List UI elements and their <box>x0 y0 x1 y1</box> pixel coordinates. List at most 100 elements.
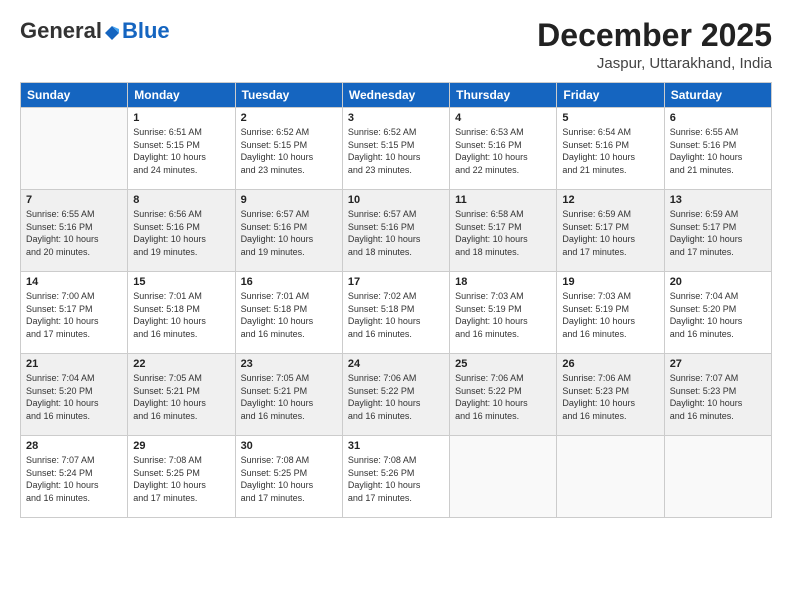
day-number: 7 <box>26 194 122 206</box>
cell-info: Sunrise: 6:53 AM Sunset: 5:16 PM Dayligh… <box>455 126 551 176</box>
logo-icon <box>103 22 121 40</box>
day-number: 4 <box>455 112 551 124</box>
cell-info: Sunrise: 6:55 AM Sunset: 5:16 PM Dayligh… <box>670 126 766 176</box>
calendar-cell: 7 Sunrise: 6:55 AM Sunset: 5:16 PM Daylig… <box>21 190 128 272</box>
location: Jaspur, Uttarakhand, India <box>537 55 772 72</box>
calendar-cell: 27 Sunrise: 7:07 AM Sunset: 5:23 PM Dayli… <box>664 354 771 436</box>
weekday-header-wednesday: Wednesday <box>342 83 449 108</box>
calendar-cell: 19 Sunrise: 7:03 AM Sunset: 5:19 PM Dayli… <box>557 272 664 354</box>
weekday-header-thursday: Thursday <box>450 83 557 108</box>
calendar-cell: 28Sunrise: 7:07 AM Sunset: 5:24 PM Dayli… <box>21 436 128 518</box>
calendar-cell: 13Sunrise: 6:59 AM Sunset: 5:17 PM Dayli… <box>664 190 771 272</box>
logo-general: General <box>20 18 102 44</box>
logo-blue: Blue <box>122 18 170 44</box>
cell-info: Sunrise: 6:56 AM Sunset: 5:16 PM Dayligh… <box>133 208 229 258</box>
cell-info: Sunrise: 7:03 AM Sunset: 5:19 PM Dayligh… <box>455 290 551 340</box>
month-year: December 2025 <box>537 18 772 53</box>
day-number: 28 <box>26 440 122 452</box>
calendar-cell <box>21 108 128 190</box>
day-number: 6 <box>670 112 766 124</box>
calendar-cell: 6 Sunrise: 6:55 AM Sunset: 5:16 PM Daylig… <box>664 108 771 190</box>
calendar-cell: 23 Sunrise: 7:05 AM Sunset: 5:21 PM Dayli… <box>235 354 342 436</box>
day-number: 23 <box>241 358 337 370</box>
calendar-cell: 4 Sunrise: 6:53 AM Sunset: 5:16 PM Daylig… <box>450 108 557 190</box>
day-number: 24 <box>348 358 444 370</box>
calendar-cell: 1 Sunrise: 6:51 AM Sunset: 5:15 PM Daylig… <box>128 108 235 190</box>
calendar-cell <box>557 436 664 518</box>
day-number: 14 <box>26 276 122 288</box>
cell-info: Sunrise: 7:02 AM Sunset: 5:18 PM Dayligh… <box>348 290 444 340</box>
calendar-cell: 26Sunrise: 7:06 AM Sunset: 5:23 PM Dayli… <box>557 354 664 436</box>
cell-info: Sunrise: 7:08 AM Sunset: 5:25 PM Dayligh… <box>133 454 229 504</box>
cell-info: Sunrise: 7:06 AM Sunset: 5:23 PM Dayligh… <box>562 372 658 422</box>
weekday-header-sunday: Sunday <box>21 83 128 108</box>
day-number: 9 <box>241 194 337 206</box>
day-number: 11 <box>455 194 551 206</box>
logo-text: General Blue <box>20 18 170 44</box>
cell-info: Sunrise: 7:05 AM Sunset: 5:21 PM Dayligh… <box>241 372 337 422</box>
day-number: 16 <box>241 276 337 288</box>
calendar-cell: 31 Sunrise: 7:08 AM Sunset: 5:26 PM Dayli… <box>342 436 449 518</box>
day-number: 30 <box>241 440 337 452</box>
cell-info: Sunrise: 6:52 AM Sunset: 5:15 PM Dayligh… <box>348 126 444 176</box>
calendar-cell: 11 Sunrise: 6:58 AM Sunset: 5:17 PM Dayli… <box>450 190 557 272</box>
calendar-cell: 14 Sunrise: 7:00 AM Sunset: 5:17 PM Dayli… <box>21 272 128 354</box>
day-number: 5 <box>562 112 658 124</box>
calendar-cell: 8Sunrise: 6:56 AM Sunset: 5:16 PM Daylig… <box>128 190 235 272</box>
day-number: 12 <box>562 194 658 206</box>
cell-info: Sunrise: 7:00 AM Sunset: 5:17 PM Dayligh… <box>26 290 122 340</box>
day-number: 3 <box>348 112 444 124</box>
cell-info: Sunrise: 7:03 AM Sunset: 5:19 PM Dayligh… <box>562 290 658 340</box>
day-number: 17 <box>348 276 444 288</box>
day-number: 20 <box>670 276 766 288</box>
calendar-cell: 29 Sunrise: 7:08 AM Sunset: 5:25 PM Dayli… <box>128 436 235 518</box>
cell-info: Sunrise: 7:06 AM Sunset: 5:22 PM Dayligh… <box>455 372 551 422</box>
cell-info: Sunrise: 6:58 AM Sunset: 5:17 PM Dayligh… <box>455 208 551 258</box>
cell-info: Sunrise: 6:57 AM Sunset: 5:16 PM Dayligh… <box>348 208 444 258</box>
calendar-week-5: 28Sunrise: 7:07 AM Sunset: 5:24 PM Dayli… <box>21 436 772 518</box>
cell-info: Sunrise: 6:52 AM Sunset: 5:15 PM Dayligh… <box>241 126 337 176</box>
cell-info: Sunrise: 6:51 AM Sunset: 5:15 PM Dayligh… <box>133 126 229 176</box>
cell-info: Sunrise: 7:06 AM Sunset: 5:22 PM Dayligh… <box>348 372 444 422</box>
page: General Blue December 2025 Jaspur, Uttar… <box>0 0 792 612</box>
calendar-cell: 30 Sunrise: 7:08 AM Sunset: 5:25 PM Dayli… <box>235 436 342 518</box>
weekday-header-monday: Monday <box>128 83 235 108</box>
calendar-cell <box>450 436 557 518</box>
calendar-cell: 21 Sunrise: 7:04 AM Sunset: 5:20 PM Dayli… <box>21 354 128 436</box>
cell-info: Sunrise: 7:08 AM Sunset: 5:26 PM Dayligh… <box>348 454 444 504</box>
cell-info: Sunrise: 7:05 AM Sunset: 5:21 PM Dayligh… <box>133 372 229 422</box>
day-number: 22 <box>133 358 229 370</box>
calendar-cell: 25 Sunrise: 7:06 AM Sunset: 5:22 PM Dayli… <box>450 354 557 436</box>
day-number: 21 <box>26 358 122 370</box>
day-number: 19 <box>562 276 658 288</box>
day-number: 25 <box>455 358 551 370</box>
cell-info: Sunrise: 6:59 AM Sunset: 5:17 PM Dayligh… <box>562 208 658 258</box>
calendar-week-3: 14 Sunrise: 7:00 AM Sunset: 5:17 PM Dayli… <box>21 272 772 354</box>
day-number: 31 <box>348 440 444 452</box>
day-number: 10 <box>348 194 444 206</box>
calendar-cell <box>664 436 771 518</box>
calendar-week-2: 7 Sunrise: 6:55 AM Sunset: 5:16 PM Daylig… <box>21 190 772 272</box>
calendar-cell: 24 Sunrise: 7:06 AM Sunset: 5:22 PM Dayli… <box>342 354 449 436</box>
calendar-cell: 22 Sunrise: 7:05 AM Sunset: 5:21 PM Dayli… <box>128 354 235 436</box>
day-number: 2 <box>241 112 337 124</box>
cell-info: Sunrise: 6:54 AM Sunset: 5:16 PM Dayligh… <box>562 126 658 176</box>
calendar: SundayMondayTuesdayWednesdayThursdayFrid… <box>20 82 772 518</box>
cell-info: Sunrise: 7:01 AM Sunset: 5:18 PM Dayligh… <box>133 290 229 340</box>
header: General Blue December 2025 Jaspur, Uttar… <box>20 18 772 72</box>
day-number: 13 <box>670 194 766 206</box>
day-number: 29 <box>133 440 229 452</box>
calendar-week-4: 21 Sunrise: 7:04 AM Sunset: 5:20 PM Dayli… <box>21 354 772 436</box>
cell-info: Sunrise: 6:57 AM Sunset: 5:16 PM Dayligh… <box>241 208 337 258</box>
cell-info: Sunrise: 7:07 AM Sunset: 5:23 PM Dayligh… <box>670 372 766 422</box>
cell-info: Sunrise: 7:04 AM Sunset: 5:20 PM Dayligh… <box>26 372 122 422</box>
calendar-cell: 5 Sunrise: 6:54 AM Sunset: 5:16 PM Daylig… <box>557 108 664 190</box>
day-number: 1 <box>133 112 229 124</box>
cell-info: Sunrise: 7:04 AM Sunset: 5:20 PM Dayligh… <box>670 290 766 340</box>
cell-info: Sunrise: 6:55 AM Sunset: 5:16 PM Dayligh… <box>26 208 122 258</box>
cell-info: Sunrise: 7:08 AM Sunset: 5:25 PM Dayligh… <box>241 454 337 504</box>
day-number: 27 <box>670 358 766 370</box>
day-number: 15 <box>133 276 229 288</box>
calendar-cell: 12 Sunrise: 6:59 AM Sunset: 5:17 PM Dayli… <box>557 190 664 272</box>
calendar-cell: 9 Sunrise: 6:57 AM Sunset: 5:16 PM Daylig… <box>235 190 342 272</box>
